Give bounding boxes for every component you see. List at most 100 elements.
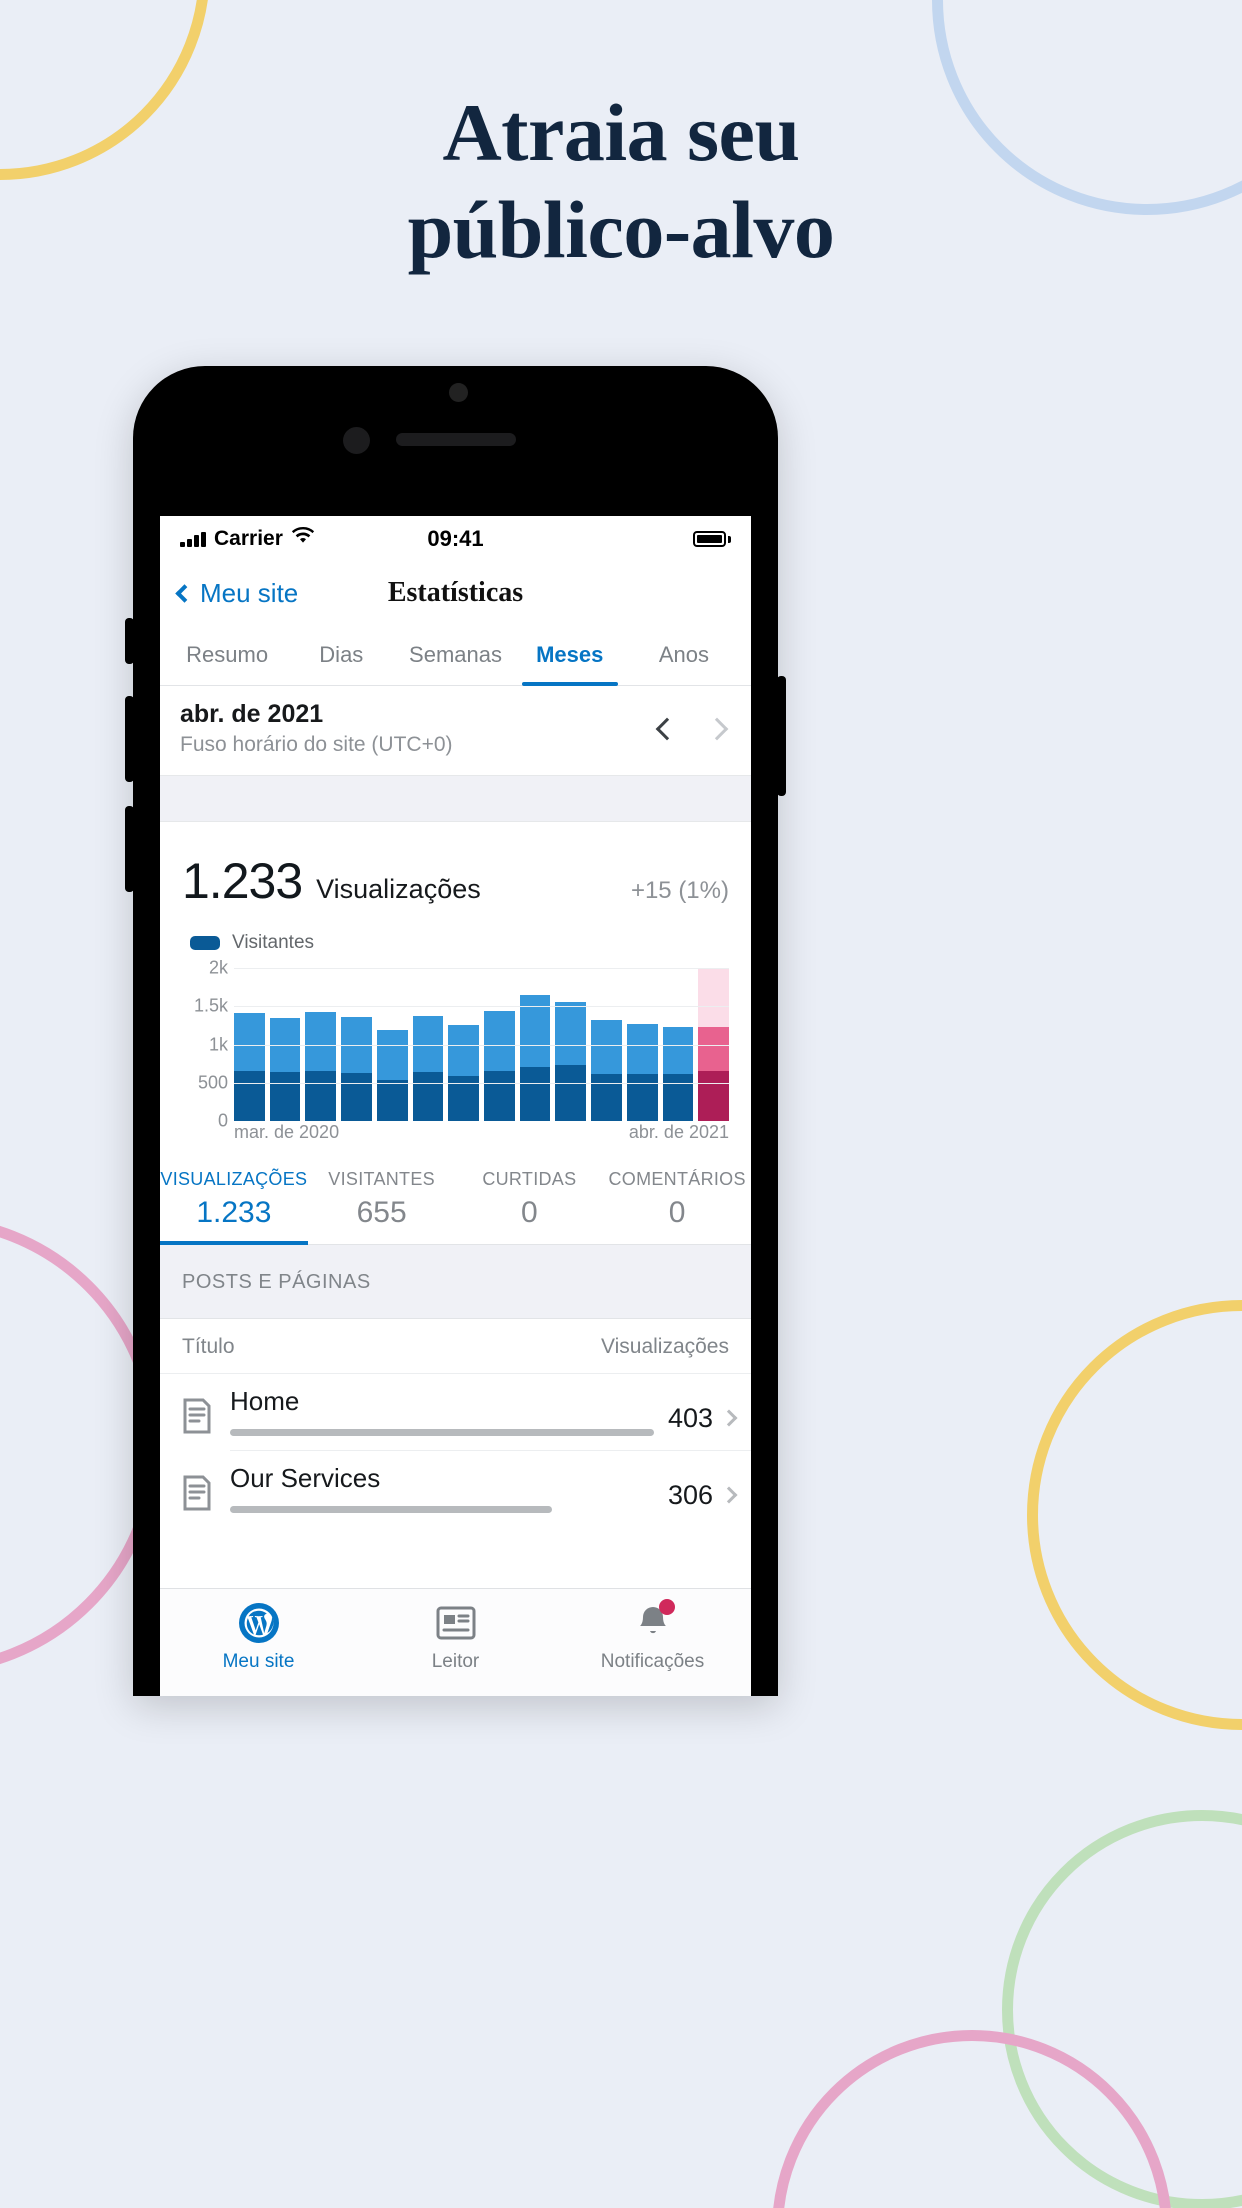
volume-up-button[interactable] [125,696,134,782]
chart-gridline [234,1082,729,1084]
metric-tab-visitantes[interactable]: VISITANTES 655 [308,1153,456,1244]
chevron-left-icon [175,583,194,603]
chart-x-axis: mar. de 2020 abr. de 2021 [234,1122,729,1143]
bar-segment-visitors [519,1067,551,1121]
back-button-label: Meu site [200,577,299,608]
overview-card: 1.233 Visualizações +15 (1%) Visitantes … [160,822,751,1245]
total-views-delta: +15 (1%) [630,877,729,904]
front-camera-icon [343,427,370,454]
bar-segment-visitors [234,1070,265,1121]
battery-tip [728,535,731,543]
bar-segment-views [376,1029,408,1080]
bar-segment-highlight-visitors [698,1070,730,1121]
tabbar-item-meu-site[interactable]: Meu site [160,1601,357,1673]
mute-switch[interactable] [125,618,134,664]
bar-segment-views [234,1013,265,1071]
bar-segment-visitors [341,1072,372,1121]
y-tick-label: 1k [208,1034,228,1054]
volume-down-button[interactable] [125,806,134,892]
bar-segment-visitors [591,1073,622,1121]
chevron-right-icon [720,1486,738,1504]
bar-segment-visitors [662,1073,694,1121]
metric-label: VISUALIZAÇÕES [160,1169,308,1189]
promo-screenshot: Atraia seu público-alvo Carrier 09:41 Me… [0,0,1242,2208]
document-icon [182,1398,212,1439]
bar-segment-visitors [269,1072,301,1121]
power-button[interactable] [777,676,786,796]
next-period-button[interactable] [705,717,729,740]
bar-segment-visitors [484,1070,515,1121]
bar-segment-views [626,1023,658,1075]
chart-gridline [234,1006,729,1008]
chart-gridline [234,1044,729,1046]
bar-segment-highlight-views [698,1026,730,1071]
overview-totals: 1.233 Visualizações +15 (1%) [160,822,751,916]
navigation-bar: Meu site Estatísticas [160,562,751,624]
bar-segment-views [484,1010,515,1071]
posts-section-heading: POSTS E PÁGINAS [160,1245,751,1319]
headline-line-2: público-alvo [407,183,835,275]
metric-value: 655 [356,1196,407,1229]
period-tab-bar: Resumo Dias Semanas Meses Anos [160,624,751,686]
post-views-meter [230,1506,553,1513]
proximity-sensor [449,383,468,402]
metric-label: CURTIDAS [482,1169,577,1189]
posts-table-header: Título Visualizações [160,1319,751,1374]
post-views-count: 306 [667,1479,713,1510]
phone-device-frame: Carrier 09:41 Meu site Estatísticas Resu… [125,366,786,1696]
post-title: Our Services [230,1463,381,1493]
metric-tab-comentarios[interactable]: COMENTÁRIOS 0 [603,1153,751,1244]
promo-headline: Atraia seu público-alvo [0,85,1242,279]
x-tick-first: mar. de 2020 [234,1122,340,1142]
post-views-meter [230,1429,654,1436]
battery-full-icon [693,531,726,547]
previous-period-button[interactable] [655,717,679,740]
back-button[interactable]: Meu site [175,577,299,609]
earpiece-speaker [395,433,516,446]
chart-legend: Visitantes [160,916,751,960]
bottom-tab-bar: Meu site Leitor Notificações [160,1588,751,1696]
legend-label-visitantes: Visitantes [232,932,315,953]
tabbar-item-notificacoes[interactable]: Notificações [554,1599,751,1673]
chart-y-axis: 0 500 1k 1.5k 2k [182,958,228,1131]
tab-semanas[interactable]: Semanas [398,624,512,685]
bar-segment-views [555,1001,587,1066]
table-row[interactable]: Our Services 306 [160,1451,751,1527]
chart-gridline [234,968,729,969]
stats-bar-chart[interactable]: 0 500 1k 1.5k 2k mar. de 2020 abr. de 2021 [182,958,730,1143]
tab-resumo[interactable]: Resumo [170,624,284,685]
status-bar: Carrier 09:41 [160,516,751,562]
metric-label: COMENTÁRIOS [608,1169,746,1189]
wifi-icon [291,526,315,551]
bar-segment-views [591,1020,622,1074]
bar-segment-views [305,1012,337,1071]
metric-tab-bar: VISUALIZAÇÕES 1.233 VISITANTES 655 CURTI… [160,1153,751,1245]
y-tick-label: 1.5k [193,995,228,1016]
metric-label: VISITANTES [328,1169,435,1189]
metric-tab-curtidas[interactable]: CURTIDAS 0 [456,1153,604,1244]
post-title: Home [230,1386,300,1416]
chevron-right-icon [720,1409,738,1427]
tab-meses[interactable]: Meses [513,624,627,686]
decorative-arc-yellow-right [1027,1300,1242,1730]
bar-segment-visitors [376,1079,408,1121]
carrier-label: Carrier [214,527,283,550]
bar-segment-visitors [412,1072,444,1121]
table-row[interactable]: Home 403 [160,1374,751,1450]
period-header: abr. de 2021 Fuso horário do site (UTC+0… [160,686,751,776]
tabbar-label: Meu site [222,1651,295,1672]
tab-dias[interactable]: Dias [284,624,398,685]
bar-segment-views [662,1026,694,1074]
bell-icon [554,1601,751,1645]
bar-segment-visitors [626,1074,658,1121]
headline-line-1: Atraia seu [442,87,800,178]
tab-anos[interactable]: Anos [627,624,741,685]
metric-value: 0 [521,1196,538,1229]
column-header-title: Título [182,1335,235,1358]
tabbar-item-leitor[interactable]: Leitor [357,1601,554,1673]
post-views-count: 403 [667,1402,713,1433]
metric-tab-visualizacoes[interactable]: VISUALIZAÇÕES 1.233 [160,1153,308,1245]
metric-value: 1.233 [196,1196,272,1229]
total-views-label: Visualizações [316,874,481,904]
tabbar-label: Leitor [431,1651,480,1672]
